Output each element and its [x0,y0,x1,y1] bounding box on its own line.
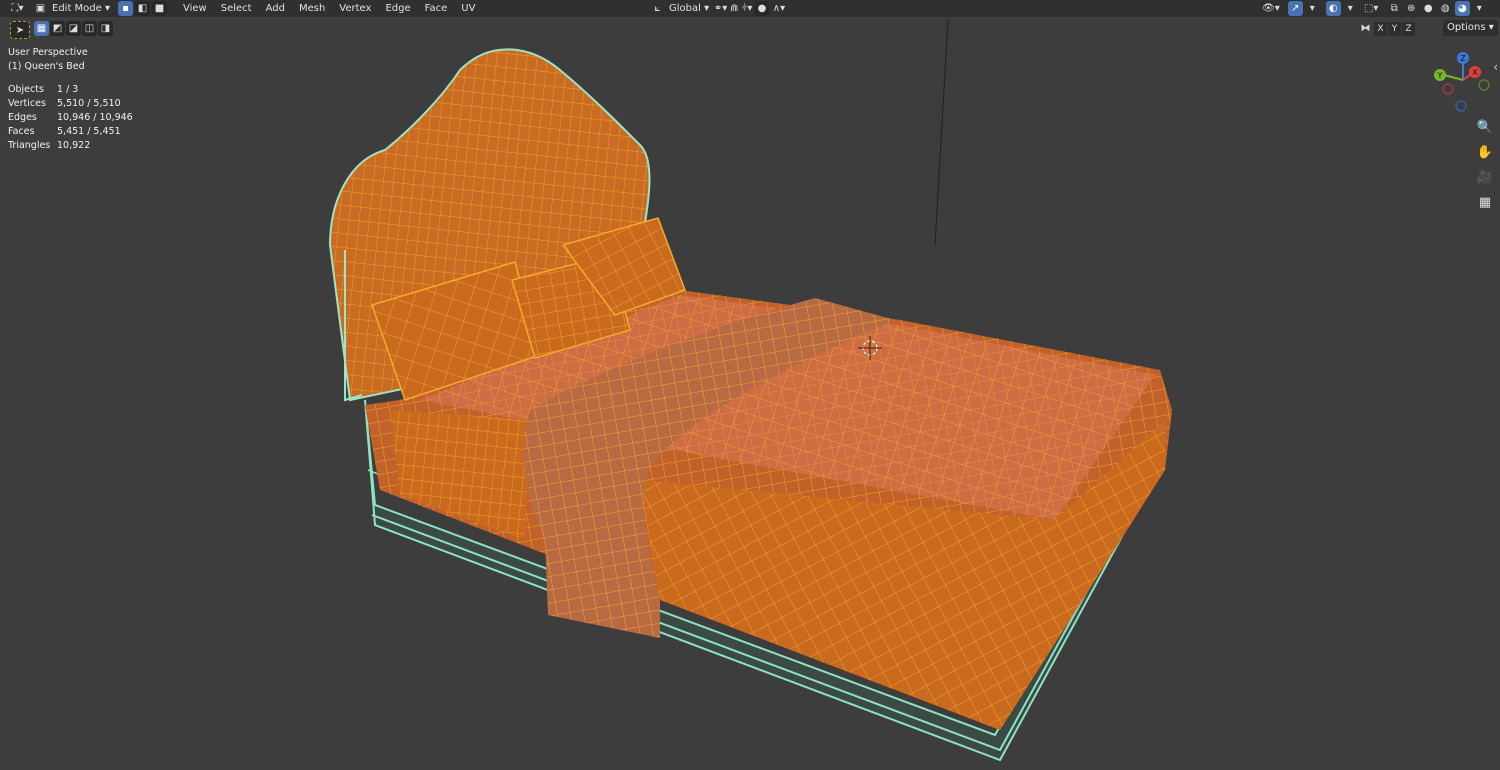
transform-orientation-icon[interactable]: ⟀ [650,1,665,16]
menu-mesh[interactable]: Mesh [293,0,331,17]
menu-view[interactable]: View [177,0,213,17]
proportional-icon[interactable]: ● [754,1,770,16]
axis-z-button[interactable]: Z [1402,21,1415,36]
stat-label: Triangles [8,140,51,151]
tool-header: ➤ ▦ ◩ ◪ ◫ ◨ ⧓ X Y Z Options ▾ [0,17,1500,39]
stat-value: 1 / 3 [57,84,79,95]
gizmo-dropdown[interactable]: ▾ [1305,1,1320,16]
menu-face[interactable]: Face [419,0,454,17]
stats-overlay: User Perspective (1) Queen's Bed Objects… [8,46,133,153]
overlay-icon[interactable]: ◐ [1325,1,1341,16]
shading-wireframe-icon[interactable]: ⊕ [1404,1,1419,16]
menu-uv[interactable]: UV [455,0,481,17]
overlay-dropdown[interactable]: ▾ [1343,1,1358,16]
axis-x-button[interactable]: X [1374,21,1387,36]
face-select-icon[interactable]: ■ [152,1,167,16]
view-name: User Perspective [8,47,88,58]
menu-select[interactable]: Select [215,0,258,17]
select-extend-icon[interactable]: ◩ [50,21,65,36]
stat-value: 5,510 / 5,510 [57,98,121,109]
mode-selector[interactable]: Edit Mode ▾ [50,0,112,17]
mirror-icon: ⧓ [1360,23,1371,34]
shading-solid-icon[interactable]: ● [1421,1,1436,16]
stat-label: Edges [8,112,37,123]
stat-row: Edges 10,946 / 10,946 [8,111,133,125]
menu-vertex[interactable]: Vertex [333,0,377,17]
menu-bar: View Select Add Mesh Vertex Edge Face UV [177,0,481,17]
zoom-icon[interactable]: 🔍 [1472,116,1498,138]
stat-row: Triangles 10,922 [8,139,133,153]
stat-label: Vertices [8,98,46,109]
pivot-icon[interactable]: ⚭▾ [713,1,728,16]
camera-icon[interactable]: 🎥 [1472,166,1498,188]
shading-material-icon[interactable]: ◍ [1438,1,1453,16]
sidebar-toggle-icon[interactable]: ‹ [1493,60,1498,74]
gizmo-x-label: X [1472,68,1478,77]
select-mode-group: ▦ ◩ ◪ ◫ ◨ [34,21,113,36]
options-label: Options [1447,22,1486,33]
menu-add[interactable]: Add [260,0,291,17]
transform-orientation-selector[interactable]: Global ▾ [667,0,711,17]
mirror-axis-group: ⧓ X Y Z [1358,21,1415,36]
gizmo-z-label: Z [1460,54,1466,63]
stat-row: Vertices 5,510 / 5,510 [8,97,133,111]
select-subtract-icon[interactable]: ◪ [66,21,81,36]
3d-viewport[interactable]: ⛶▾ ▣ Edit Mode ▾ ▪ ◧ ■ View Select Add M… [0,0,1500,770]
falloff-icon[interactable]: ∧▾ [771,1,786,16]
select-intersect-icon[interactable]: ◨ [98,21,113,36]
xray-icon[interactable]: ⧉ [1387,1,1402,16]
viewport-header: ⛶▾ ▣ Edit Mode ▾ ▪ ◧ ■ View Select Add M… [0,0,1500,17]
grid-icon[interactable]: ▦ [1472,191,1498,213]
stat-value: 10,922 [57,140,91,151]
editor-type-icon[interactable]: ⛶▾ [10,1,25,16]
gizmo-neg-z [1455,100,1467,112]
gizmo-neg-x [1442,83,1454,95]
edge-select-icon[interactable]: ◧ [135,1,150,16]
stray-edge [934,19,949,246]
options-dropdown[interactable]: Options ▾ [1443,20,1498,36]
mode-icon[interactable]: ▣ [33,1,48,16]
stat-row: Objects 1 / 3 [8,83,133,97]
header-center-group: ⟀ Global ▾ ⚭▾ ⋒ ⫩▾ ● ∧▾ [650,0,786,17]
gizmo-y-label: Y [1437,71,1443,80]
bed-mesh-scene[interactable] [0,0,1500,770]
select-tool-icon[interactable]: ➤ [10,21,30,39]
shading-rendered-icon[interactable]: ◕ [1454,1,1470,16]
snap-icon[interactable]: ⋒ ⫩▾ [730,1,752,16]
axis-y-button[interactable]: Y [1388,21,1401,36]
stat-value: 10,946 / 10,946 [57,112,133,123]
gizmo-neg-y [1478,79,1490,91]
object-name: (1) Queen's Bed [8,61,85,72]
transform-orientation-label: Global [669,3,701,14]
header-left-group: ⛶▾ ▣ Edit Mode ▾ ▪ ◧ ■ [10,0,167,17]
header-right-group: 👁▾ ↗ ▾ ◐ ▾ ⬚▾ ⧉ ⊕ ● ◍ ◕ ▾ [1262,0,1487,17]
stat-value: 5,451 / 5,451 [57,126,121,137]
pan-hand-icon[interactable]: ✋ [1472,141,1498,163]
stat-row: Faces 5,451 / 5,451 [8,125,133,139]
vertex-select-icon[interactable]: ▪ [118,1,133,16]
mesh-overlay-icon[interactable]: ⬚▾ [1364,1,1379,16]
gizmo-icon[interactable]: ↗ [1287,1,1303,16]
shading-dropdown[interactable]: ▾ [1472,1,1487,16]
menu-edge[interactable]: Edge [379,0,416,17]
visibility-icon[interactable]: 👁▾ [1262,1,1280,16]
stat-label: Faces [8,126,35,137]
select-invert-icon[interactable]: ◫ [82,21,97,36]
stat-label: Objects [8,84,44,95]
navigation-gizmo[interactable]: Z X Y [1428,48,1498,118]
select-new-icon[interactable]: ▦ [34,21,49,36]
mode-label: Edit Mode [52,3,102,14]
